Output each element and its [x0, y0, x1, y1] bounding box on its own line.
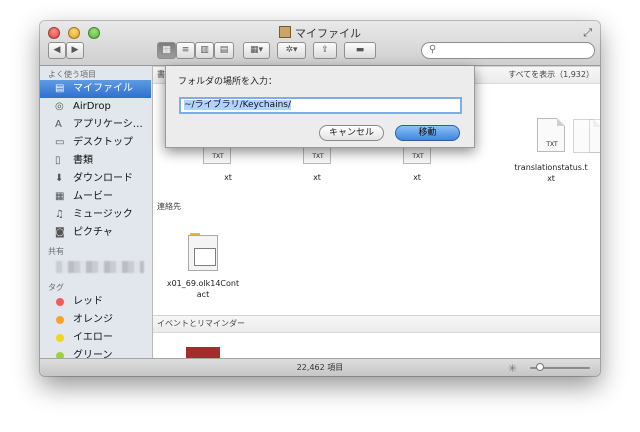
movies-icon: ▦ — [55, 191, 65, 202]
go-to-folder-sheet: フォルダの場所を入力： ~/ライブラリ/Keychains/ キャンセル 移動 — [165, 66, 475, 148]
sidebar-item-label: レッド — [73, 296, 103, 307]
sidebar-item-label: オレンジ — [73, 314, 113, 325]
view-column-mode-button[interactable]: ▥ — [195, 42, 214, 59]
sidebar-item-label: デスクトップ — [73, 137, 133, 148]
section-header-events: イベントとリマインダー — [153, 315, 600, 333]
documents-icon: ▯ — [55, 155, 61, 166]
sidebar-item-label: ムービー — [73, 191, 113, 202]
go-button[interactable]: 移動 — [395, 125, 460, 141]
sidebar-tag-orange[interactable]: オレンジ — [40, 311, 151, 329]
all-my-files-icon — [279, 26, 291, 38]
icon-size-slider-knob[interactable] — [536, 363, 544, 371]
section-header-label: 連絡先 — [157, 202, 181, 211]
all-my-files-icon: ▤ — [55, 83, 65, 94]
favorites-header: よく使う項目 — [48, 70, 96, 79]
calendar-file-icon[interactable] — [186, 347, 220, 358]
file-name-line1: translationstatus.t — [514, 163, 588, 172]
document-file-icon[interactable]: TXT — [537, 118, 565, 152]
sidebar-item-downloads[interactable]: ⬇ ダウンロード — [40, 170, 151, 188]
sidebar-item-label: アプリケーシ… — [73, 119, 143, 130]
action-menu-button[interactable]: ✲▾ — [277, 42, 306, 59]
sidebar-item-label: 書類 — [73, 155, 93, 166]
sidebar-item-label: イエロー — [73, 332, 113, 343]
search-icon: ⚲ — [429, 44, 437, 55]
file-name-line2: xt — [547, 174, 555, 183]
sidebar-item-movies[interactable]: ▦ ムービー — [40, 188, 151, 206]
music-icon: ♫ — [55, 209, 64, 220]
view-list-mode-button[interactable]: ≡ — [176, 42, 195, 59]
sidebar-tag-yellow[interactable]: イエロー — [40, 329, 151, 347]
sidebar-item-applications[interactable]: A アプリケーシ… — [40, 116, 151, 134]
section-header-label: イベントとリマインダー — [157, 319, 245, 328]
folder-path-input[interactable]: ~/ライブラリ/Keychains/ — [179, 97, 462, 114]
sidebar-item-pictures[interactable]: ◙ ピクチャ — [40, 224, 151, 242]
file-name-label: translationstatus.t xt — [501, 162, 600, 184]
folder-path-value: ~/ライブラリ/Keychains/ — [184, 100, 292, 110]
desktop-icon: ▭ — [55, 137, 65, 148]
view-coverflow-mode-button[interactable]: ▤ — [214, 42, 234, 59]
file-type-label: TXT — [312, 153, 324, 160]
document-file-icon[interactable] — [589, 119, 600, 153]
section-header-contacts: 連絡先 — [153, 199, 600, 217]
applications-icon: A — [55, 119, 62, 130]
downloads-icon: ⬇ — [55, 173, 64, 184]
sidebar-item-label: ミュージック — [73, 209, 133, 220]
file-name-label: x01_69.olk14Cont act — [153, 278, 253, 300]
back-button[interactable]: ◀ — [48, 42, 66, 59]
sidebar-item-label: ピクチャ — [73, 227, 113, 238]
sidebar-item-label: ダウンロード — [73, 173, 133, 184]
tag-color-dot — [56, 334, 64, 342]
sidebar-item-documents[interactable]: ▯ 書類 — [40, 152, 151, 170]
fullscreen-icon[interactable]: ⤢ — [583, 26, 592, 40]
sidebar-item-label: マイファイル — [73, 83, 133, 94]
view-icon-mode-button[interactable]: ▦ — [157, 42, 176, 59]
arrange-menu-button[interactable]: ▦▾ — [243, 42, 270, 59]
cancel-button[interactable]: キャンセル — [319, 125, 384, 141]
file-type-label: TXT — [212, 153, 224, 160]
forward-button[interactable]: ▶ — [66, 42, 84, 59]
status-bar: 22,462 項目 ✳ — [40, 358, 600, 376]
sidebar-tag-red[interactable]: レッド — [40, 293, 151, 311]
window-title: マイファイル — [40, 25, 600, 41]
shared-header: 共有 — [48, 247, 64, 256]
window-title-text: マイファイル — [295, 27, 361, 40]
tag-color-dot — [56, 316, 64, 324]
title-bar: マイファイル ⤢ ◀ ▶ ▦ ≡ ▥ ▤ ▦▾ ✲▾ ⇪ ▬ ⚲ — [40, 21, 600, 66]
section-header-label: 書 — [157, 70, 165, 79]
spinner-icon: ✳ — [508, 362, 518, 375]
sidebar-item-label: AirDrop — [73, 101, 111, 112]
show-all-link[interactable]: すべてを表示（1,932） — [508, 67, 594, 83]
file-type-label: TXT — [546, 141, 558, 148]
airdrop-icon: ◎ — [55, 101, 64, 112]
sidebar-item-music[interactable]: ♫ ミュージック — [40, 206, 151, 224]
tag-color-dot — [56, 298, 64, 306]
sidebar: よく使う項目 ▤ マイファイル ◎ AirDrop A アプリケーシ… ▭ デス… — [40, 66, 153, 361]
share-button[interactable]: ⇪ — [313, 42, 337, 59]
sidebar-item-desktop[interactable]: ▭ デスクトップ — [40, 134, 151, 152]
file-name-line2: act — [196, 290, 210, 299]
file-name-line1: x01_69.olk14Cont — [166, 279, 240, 288]
sidebar-item-all-my-files[interactable]: ▤ マイファイル — [40, 80, 151, 98]
file-type-label: TXT — [412, 153, 424, 160]
tags-header: タグ — [48, 283, 64, 292]
shared-device-blurred[interactable] — [56, 261, 144, 273]
sidebar-item-airdrop[interactable]: ◎ AirDrop — [40, 98, 151, 116]
tags-button[interactable]: ▬ — [344, 42, 376, 59]
go-to-folder-prompt: フォルダの場所を入力： — [178, 77, 278, 87]
contact-file-icon[interactable] — [186, 232, 220, 272]
pictures-icon: ◙ — [55, 227, 65, 238]
file-name-label: xt — [357, 172, 477, 183]
contact-card — [194, 248, 216, 266]
file-name-line2: xt — [413, 173, 421, 182]
search-field[interactable]: ⚲ — [421, 42, 595, 59]
